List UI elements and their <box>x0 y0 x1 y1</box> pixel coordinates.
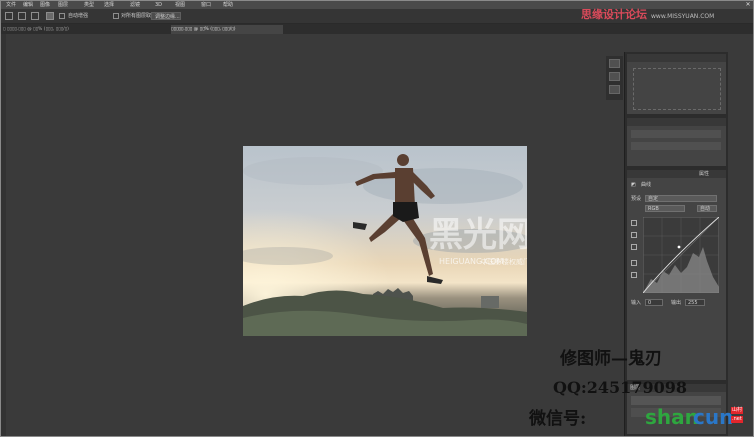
menu-window[interactable]: 窗口 <box>201 1 211 9</box>
auto-button[interactable]: 自动 <box>697 205 717 212</box>
adjustments-icon[interactable] <box>609 85 620 94</box>
preset-label: 预设 <box>631 196 642 202</box>
shancun-badge: 山村 <box>731 407 744 414</box>
curve-tool-column <box>630 220 638 290</box>
auto-enhance-checkbox[interactable] <box>59 13 65 19</box>
curve-point-icon[interactable] <box>631 260 637 266</box>
channels-panel <box>627 118 726 166</box>
missyuan-title: 思缘设计论坛 <box>581 8 647 21</box>
menu-layer[interactable]: 图层 <box>58 1 68 9</box>
channel-row[interactable] <box>631 142 721 150</box>
menu-file[interactable]: 文件 <box>6 1 16 9</box>
shancun-watermark: shan cun 山村 .net <box>645 402 748 434</box>
eyedropper-black-icon[interactable] <box>631 220 637 226</box>
channels-panel-tabs <box>627 118 726 126</box>
menu-3d[interactable]: 3D <box>155 1 162 9</box>
curves-label: 曲线 <box>641 182 652 188</box>
auto-button-label: 自动 <box>700 206 711 212</box>
menu-filter[interactable]: 滤镜 <box>130 1 140 9</box>
navigator-panel <box>627 54 726 114</box>
document-tab-1-label: ▯ ▯▯▯▯.▯▯▯ @ ▯▯% (▯▯▯, ▯▯▯/▯) <box>3 27 69 32</box>
runner-head <box>397 154 409 166</box>
preset-select[interactable]: 自定 <box>645 195 717 202</box>
input-field[interactable]: 0 <box>645 299 663 306</box>
brush-size-icon[interactable] <box>46 12 54 20</box>
output-field[interactable]: 255 <box>685 299 705 306</box>
menu-type[interactable]: 类型 <box>84 1 94 9</box>
refine-edge-button[interactable]: 调整边缘... <box>151 12 181 20</box>
channel-select[interactable]: RGB <box>645 205 685 212</box>
output-label: 输出 <box>671 300 682 306</box>
heiguang-watermark: 黑光网 <box>429 215 527 255</box>
shancun-text-green: shan <box>645 405 699 429</box>
add-selection-icon[interactable] <box>31 12 39 20</box>
navigator-panel-tabs <box>627 54 726 62</box>
retoucher-caption: 修图师—鬼刃 <box>560 349 662 369</box>
wechat-caption: 微信号: <box>529 409 587 429</box>
document-tab-2[interactable]: ▯▯▯▯▯.▯▯▯ @ ▯▯% (▯▯▯, ▯▯▯/▯) <box>171 25 283 34</box>
close-icon[interactable]: ✕ <box>744 1 752 8</box>
collapsed-panel-strip <box>606 56 623 100</box>
menu-view[interactable]: 视图 <box>175 1 185 9</box>
qq-caption: QQ:245179098 <box>553 378 687 397</box>
missyuan-watermark: 思缘设计论坛 www.MISSYUAN.COM <box>581 6 714 22</box>
auto-enhance-label: 自动增强 <box>68 13 89 19</box>
document-tab-bar: ▯ ▯▯▯▯.▯▯▯ @ ▯▯% (▯▯▯, ▯▯▯/▯) ▯▯▯▯▯.▯▯▯ … <box>1 24 753 34</box>
menu-image[interactable]: 图像 <box>40 1 50 9</box>
document-tab-1[interactable]: ▯ ▯▯▯▯.▯▯▯ @ ▯▯% (▯▯▯, ▯▯▯/▯) <box>3 25 168 34</box>
heiguang-subtitle: 中国影楼权威门户 <box>481 257 527 266</box>
curve-point[interactable] <box>677 245 681 249</box>
curves-graph[interactable] <box>643 217 719 293</box>
brush-tool-icon[interactable] <box>5 12 13 20</box>
input-label: 输入 <box>631 300 642 306</box>
eyedropper-gray-icon[interactable] <box>631 232 637 238</box>
shancun-text-blue: cun <box>693 405 734 429</box>
properties-tab[interactable]: 属性 <box>699 171 709 177</box>
curves-icon: ◩ <box>631 182 636 188</box>
pencil-icon[interactable] <box>631 272 637 278</box>
eyedropper-white-icon[interactable] <box>631 244 637 250</box>
channel-value: RGB <box>648 206 659 212</box>
sample-all-checkbox[interactable] <box>113 13 119 19</box>
output-value: 255 <box>688 300 698 306</box>
properties-panel-tabs: 属性 <box>627 170 726 178</box>
document-tab-2-label: ▯▯▯▯▯.▯▯▯ @ ▯▯% (▯▯▯, ▯▯▯/▯) <box>171 27 236 32</box>
shancun-badge-net: .net <box>731 416 743 423</box>
refine-edge-label: 调整边缘... <box>155 14 180 20</box>
menu-edit[interactable]: 编辑 <box>23 1 33 9</box>
distant-building <box>481 296 499 308</box>
input-value: 0 <box>648 300 652 306</box>
history-icon[interactable] <box>609 59 620 68</box>
channel-row[interactable] <box>631 130 721 138</box>
preset-value: 自定 <box>648 196 659 202</box>
document-photo[interactable]: 黑光网 HEIGUANG.COM 中国影楼权威门户 <box>243 146 527 336</box>
runner-torso <box>395 168 415 206</box>
quick-select-icon[interactable] <box>18 12 26 20</box>
missyuan-url: www.MISSYUAN.COM <box>651 13 715 20</box>
properties-icon[interactable] <box>609 72 620 81</box>
menu-help[interactable]: 帮助 <box>223 1 233 9</box>
navigator-preview[interactable] <box>633 68 721 110</box>
menu-select[interactable]: 选择 <box>104 1 114 9</box>
